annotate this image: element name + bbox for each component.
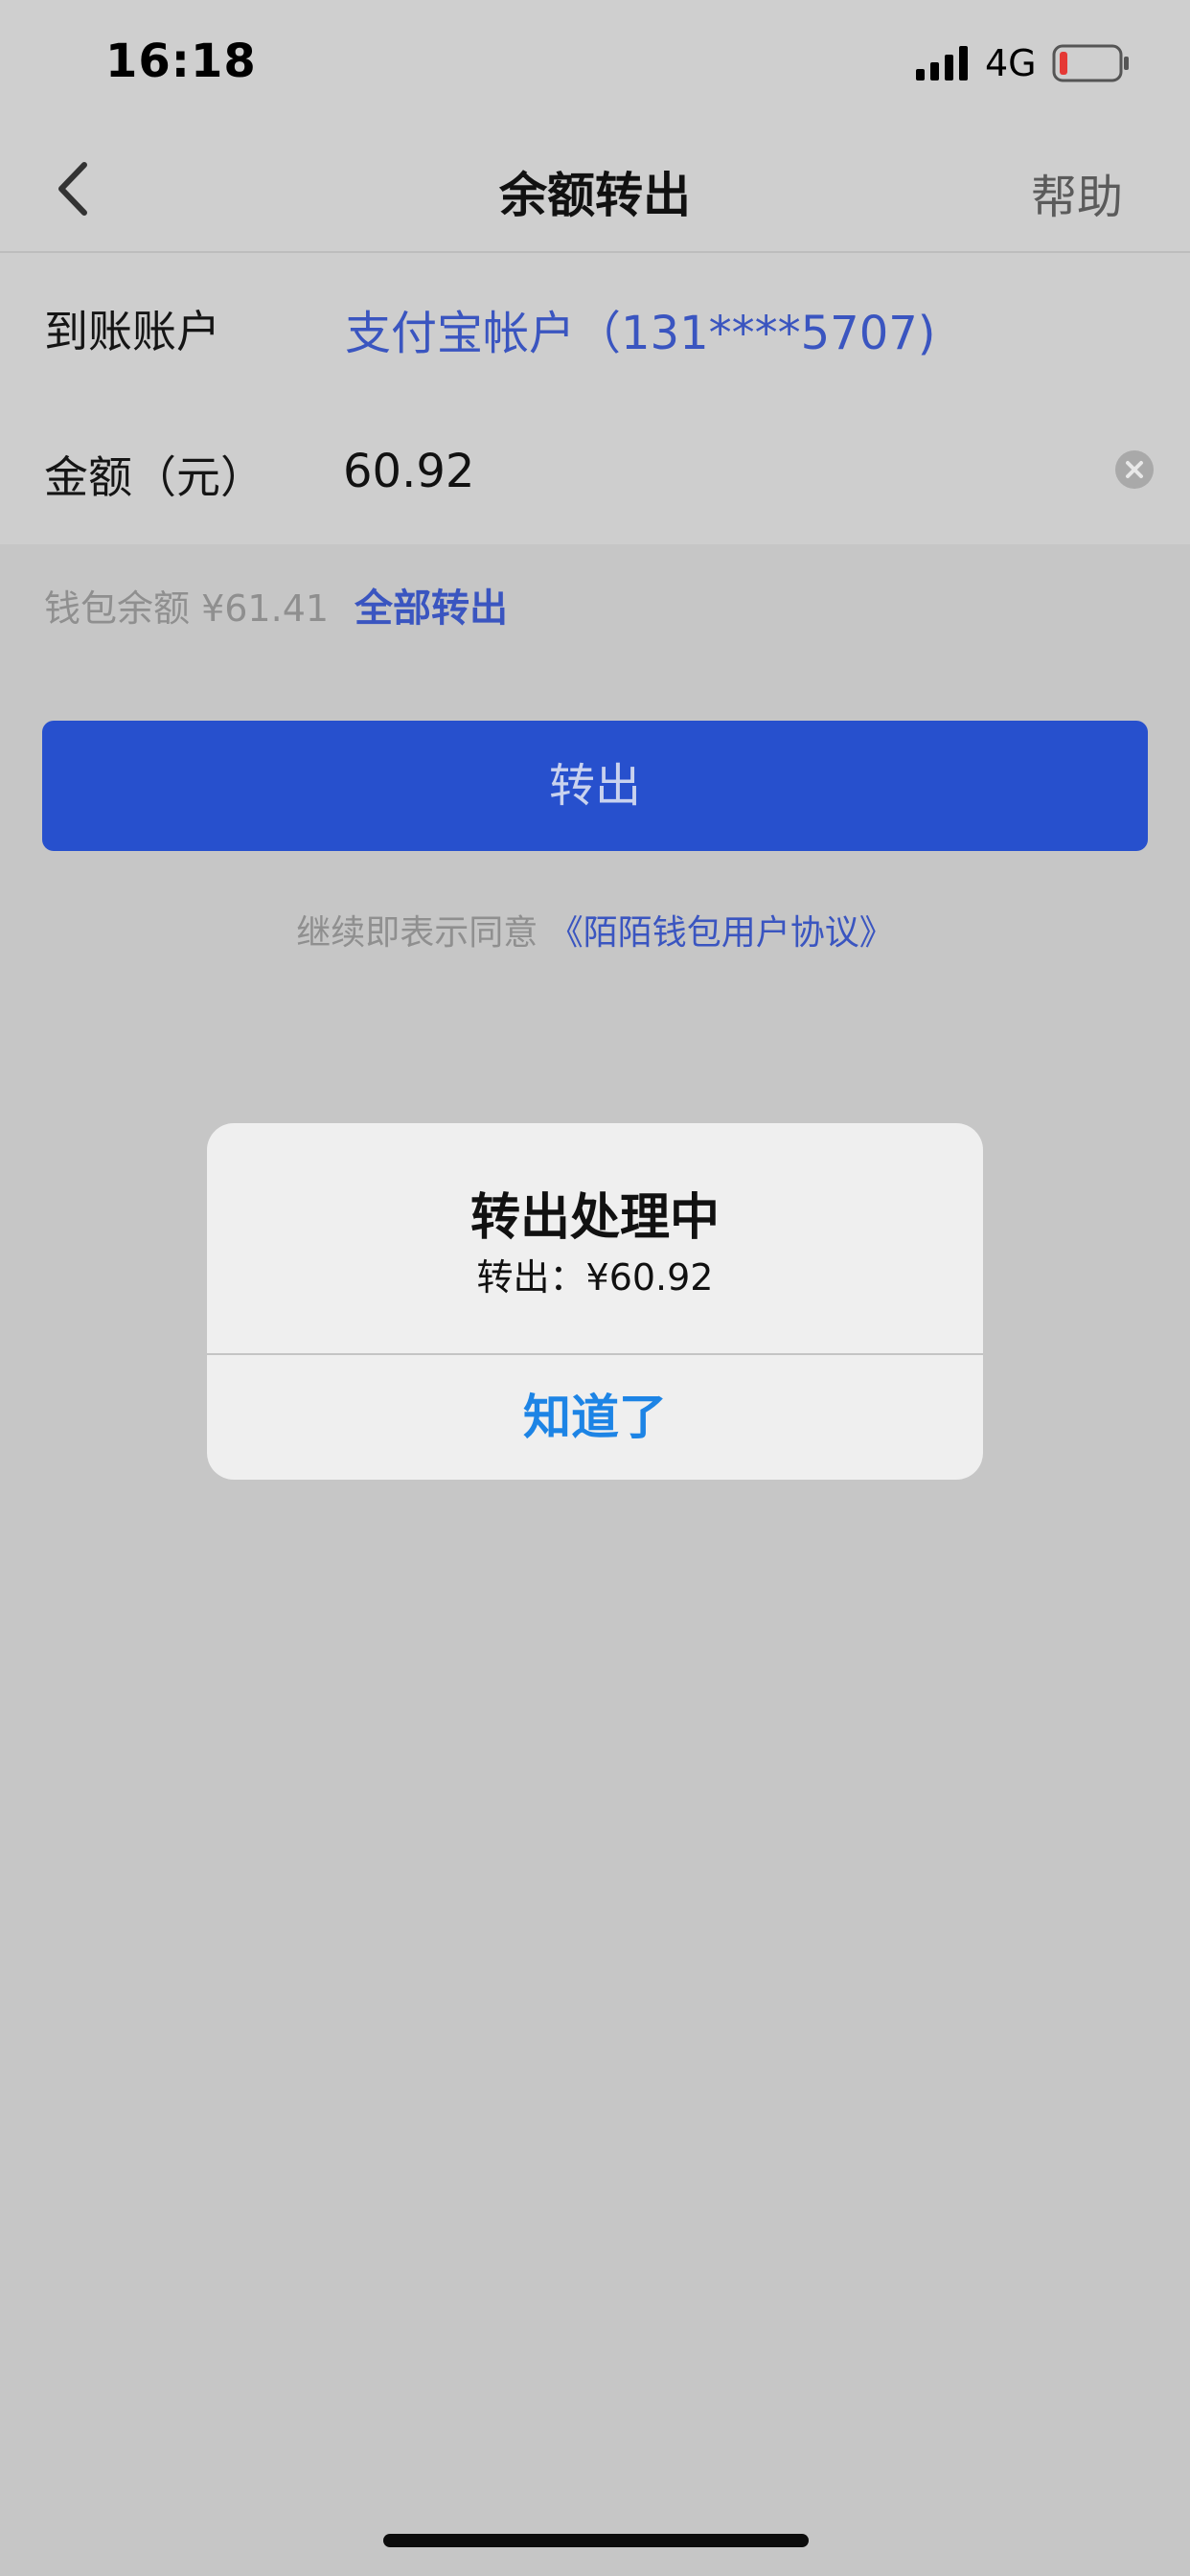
amount-label: 金额（元） (44, 451, 264, 503)
amount-input[interactable] (343, 433, 1090, 510)
account-row[interactable]: 到账账户 支付宝帐户（131****5707) (0, 253, 1190, 399)
withdraw-form: 到账账户 支付宝帐户（131****5707) 金额（元） (0, 253, 1190, 544)
wallet-balance-text: 钱包余额 ¥61.41 (44, 587, 330, 630)
dialog-title: 转出处理中 (469, 1189, 720, 1247)
navigation-bar: 余额转出 帮助 (0, 126, 1190, 253)
network-type-label: 4G (985, 42, 1037, 84)
status-time: 16:18 (105, 34, 257, 88)
dialog-ok-button[interactable]: 知道了 (207, 1355, 983, 1480)
page-title: 余额转出 (499, 168, 691, 223)
transfer-all-link[interactable]: 全部转出 (355, 577, 508, 632)
agreement-prefix-text: 继续即表示同意 (296, 913, 549, 953)
status-bar: 16:18 4G (0, 0, 1190, 126)
user-agreement-link[interactable]: 《陌陌钱包用户协议》 (549, 913, 894, 953)
account-value[interactable]: 支付宝帐户（131****5707) (345, 295, 936, 362)
amount-row: 金额（元） (0, 399, 1190, 544)
home-indicator[interactable] (383, 2534, 809, 2547)
clear-x-icon[interactable] (1115, 450, 1154, 489)
dialog-message: 转出：¥60.92 (476, 1256, 714, 1299)
help-link[interactable]: 帮助 (1031, 159, 1123, 226)
wallet-withdraw-screen: 16:18 4G 余额转出 帮助 到账账户 支付宝帐户（131****5707)… (0, 0, 1190, 2576)
cellular-signal-icon (916, 46, 968, 80)
processing-alert-dialog: 转出处理中 转出：¥60.92 知道了 (207, 1123, 983, 1480)
agreement-notice: 继续即表示同意 《陌陌钱包用户协议》 (0, 905, 1190, 954)
battery-low-icon (1052, 44, 1129, 82)
withdraw-submit-button[interactable]: 转出 (42, 721, 1148, 851)
account-label: 到账账户 (44, 306, 220, 357)
